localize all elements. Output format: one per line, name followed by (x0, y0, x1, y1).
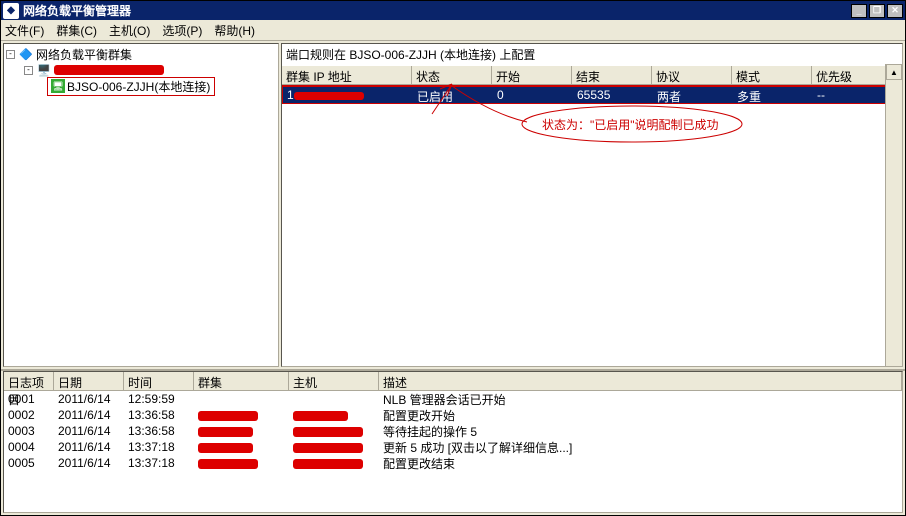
log-cell-time: 12:59:59 (124, 392, 194, 406)
collapse-icon[interactable]: - (24, 66, 33, 75)
log-cell-cluster (194, 440, 289, 454)
log-cell-id: 0004 (4, 440, 54, 454)
menu-file[interactable]: 文件(F) (5, 22, 44, 39)
log-col-time[interactable]: 时间 (124, 372, 194, 390)
log-cell-id: 0003 (4, 424, 54, 438)
log-row[interactable]: 00012011/6/1412:59:59 NLB 管理器会话已开始 (4, 391, 902, 407)
log-cell-id: 0002 (4, 408, 54, 422)
tree-root-label: 网络负载平衡群集 (36, 46, 132, 63)
menu-host[interactable]: 主机(O) (109, 22, 150, 39)
cell-status: 已启用 (413, 87, 493, 103)
log-row[interactable]: 00042011/6/1413:37:18 更新 5 成功 [双击以了解详细信息.… (4, 439, 902, 455)
log-cell-host (289, 456, 379, 470)
cell-mode: 多重 (733, 87, 813, 103)
log-cell-desc: 更新 5 成功 [双击以了解详细信息...] (379, 439, 902, 456)
rules-title: 端口规则在 BJSO-006-ZJJH (本地连接) 上配置 (282, 44, 902, 65)
log-cell-cluster (194, 424, 289, 438)
log-cell-date: 2011/6/14 (54, 440, 124, 454)
tree-panel: - 🔷 网络负载平衡群集 - 🖥️ 🖥 BJSO-006-ZJJH(本地连接) (3, 43, 279, 367)
log-cell-date: 2011/6/14 (54, 408, 124, 422)
col-end[interactable]: 结束 (572, 66, 652, 84)
log-panel: 日志项目 日期 时间 群集 主机 描述 00012011/6/1412:59:5… (3, 371, 903, 513)
col-status[interactable]: 状态 (412, 66, 492, 84)
cell-proto: 两者 (653, 87, 733, 103)
tree-host-label: BJSO-006-ZJJH(本地连接) (67, 78, 210, 95)
tree-root[interactable]: - 🔷 网络负载平衡群集 (6, 46, 276, 62)
titlebar: ◆ 网络负载平衡管理器 _ ❐ ✕ (1, 1, 905, 20)
log-cell-date: 2011/6/14 (54, 456, 124, 470)
log-cell-id: 0005 (4, 456, 54, 470)
cell-start: 0 (493, 87, 573, 103)
close-button[interactable]: ✕ (887, 4, 903, 18)
log-cell-cluster (194, 456, 289, 470)
log-cell-time: 13:37:18 (124, 456, 194, 470)
cell-priority: -- (813, 87, 893, 103)
tree-host[interactable]: 🖥 BJSO-006-ZJJH(本地连接) (6, 78, 276, 94)
col-ip[interactable]: 群集 IP 地址 (282, 66, 412, 84)
log-col-date[interactable]: 日期 (54, 372, 124, 390)
rules-panel: 端口规则在 BJSO-006-ZJJH (本地连接) 上配置 群集 IP 地址 … (281, 43, 903, 367)
app-icon: ◆ (3, 3, 19, 19)
log-col-item[interactable]: 日志项目 (4, 372, 54, 390)
log-cell-desc: 配置更改结束 (379, 455, 902, 472)
log-cell-desc: 配置更改开始 (379, 407, 902, 424)
cell-end: 65535 (573, 87, 653, 103)
log-cell-time: 13:37:18 (124, 440, 194, 454)
col-priority[interactable]: 优先级 (812, 66, 892, 84)
annotation-text: 状态为："已启用"说明配制已成功 (542, 116, 719, 133)
log-row[interactable]: 00022011/6/1413:36:58 配置更改开始 (4, 407, 902, 423)
collapse-icon[interactable]: - (6, 50, 15, 59)
host-icon: 🖥 (51, 79, 65, 93)
scroll-up-button[interactable]: ▲ (886, 64, 902, 80)
log-col-host[interactable]: 主机 (289, 372, 379, 390)
menu-help[interactable]: 帮助(H) (214, 22, 255, 39)
log-cell-date: 2011/6/14 (54, 424, 124, 438)
redacted-cluster-name (54, 65, 164, 75)
log-cell-time: 13:36:58 (124, 408, 194, 422)
minimize-button[interactable]: _ (851, 4, 867, 18)
vertical-scrollbar[interactable]: ▲ (885, 64, 902, 366)
restore-button[interactable]: ❐ (869, 4, 885, 18)
log-cell-host (289, 440, 379, 454)
log-body: 00012011/6/1412:59:59NLB 管理器会话已开始0002201… (4, 391, 902, 512)
log-cell-date: 2011/6/14 (54, 392, 124, 406)
log-col-desc[interactable]: 描述 (379, 372, 902, 390)
log-col-cluster[interactable]: 群集 (194, 372, 289, 390)
cluster-root-icon: 🔷 (18, 46, 34, 62)
log-row[interactable]: 00032011/6/1413:36:58 等待挂起的操作 5 (4, 423, 902, 439)
col-mode[interactable]: 模式 (732, 66, 812, 84)
log-cell-desc: 等待挂起的操作 5 (379, 423, 902, 440)
menu-options[interactable]: 选项(P) (162, 22, 202, 39)
log-cell-host (289, 408, 379, 422)
log-cell-host (289, 424, 379, 438)
log-cell-desc: NLB 管理器会话已开始 (379, 391, 902, 408)
log-cell-time: 13:36:58 (124, 424, 194, 438)
cell-ip: 1 (283, 87, 413, 103)
col-proto[interactable]: 协议 (652, 66, 732, 84)
app-window: ◆ 网络负载平衡管理器 _ ❐ ✕ 文件(F) 群集(C) 主机(O) 选项(P… (0, 0, 906, 516)
log-cell-cluster (194, 408, 289, 422)
menu-cluster[interactable]: 群集(C) (56, 22, 97, 39)
log-header: 日志项目 日期 时间 群集 主机 描述 (4, 372, 902, 391)
log-cell-id: 0001 (4, 392, 54, 406)
window-title: 网络负载平衡管理器 (23, 2, 851, 19)
rule-row[interactable]: 1 已启用 0 65535 两者 多重 -- 相等 (282, 85, 902, 104)
rules-header: 群集 IP 地址 状态 开始 结束 协议 模式 优先级 加载 (282, 65, 902, 85)
log-row[interactable]: 00052011/6/1413:37:18 配置更改结束 (4, 455, 902, 471)
col-start[interactable]: 开始 (492, 66, 572, 84)
menubar: 文件(F) 群集(C) 主机(O) 选项(P) 帮助(H) (1, 20, 905, 41)
